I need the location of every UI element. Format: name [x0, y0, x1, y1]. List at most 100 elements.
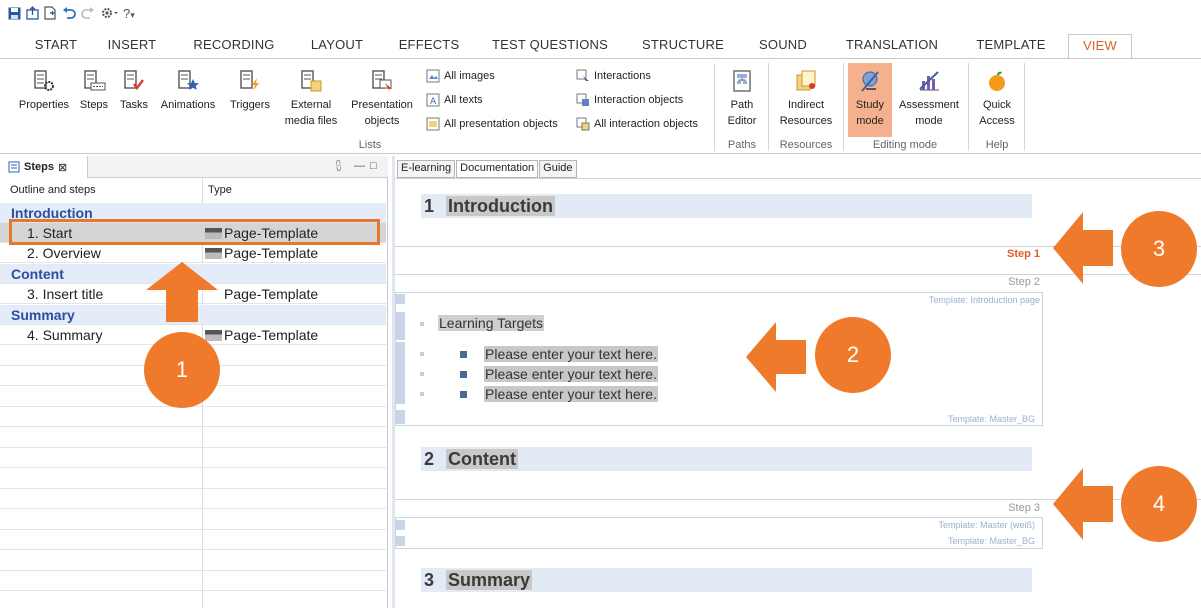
- minimize-icon[interactable]: —: [354, 160, 365, 172]
- all-interaction-objects-label: All interaction objects: [594, 118, 698, 130]
- presentation-objects-button[interactable]: Presentation objects: [346, 69, 418, 129]
- study-mode-button[interactable]: Study mode: [848, 63, 892, 137]
- all-interaction-objects-button[interactable]: All interaction objects: [576, 117, 698, 131]
- step-marker-active[interactable]: Step 1: [975, 248, 1040, 260]
- tab-start[interactable]: START: [28, 34, 84, 58]
- tab-effects[interactable]: EFFECTS: [396, 34, 462, 58]
- animations-button[interactable]: Animations: [156, 69, 220, 113]
- tab-test-questions[interactable]: TEST QUESTIONS: [490, 34, 610, 58]
- properties-button[interactable]: Properties: [16, 69, 72, 113]
- bullet-item[interactable]: Please enter your text here.: [460, 386, 658, 402]
- presentation-list-icon: [426, 117, 440, 131]
- bullet-icon: [460, 390, 467, 398]
- empty-row: [0, 407, 386, 427]
- chapter-title: Summary: [446, 570, 533, 590]
- page-template-thumbnail-icon: [205, 329, 222, 341]
- bullet-text: Please enter your text here.: [484, 386, 658, 402]
- tab-structure[interactable]: STRUCTURE: [638, 34, 728, 58]
- callout-arrow-2: [746, 322, 806, 392]
- margin-marker: [396, 342, 405, 404]
- close-icon[interactable]: ⊠: [58, 161, 67, 174]
- settings-icon[interactable]: [100, 6, 118, 22]
- template-label: Template: Master_BG: [947, 536, 1035, 546]
- all-presentation-objects-button[interactable]: All presentation objects: [426, 117, 558, 131]
- assessment-mode-icon: [919, 71, 939, 91]
- triggers-label: Triggers: [230, 99, 270, 111]
- animations-label: Animations: [160, 99, 216, 111]
- text-list-icon: A: [426, 93, 440, 107]
- chapter-heading-introduction[interactable]: 1 Introduction: [424, 196, 555, 217]
- chapter-title: Introduction: [446, 196, 555, 216]
- interactions-button[interactable]: Interactions: [576, 69, 651, 83]
- tab-guide[interactable]: Guide: [539, 160, 577, 178]
- properties-icon: [34, 70, 54, 91]
- external-media-files-button[interactable]: External media files: [282, 69, 340, 129]
- tab-translation[interactable]: TRANSLATION: [842, 34, 942, 58]
- step-row-overview[interactable]: 2. Overview Page-Template: [0, 243, 386, 263]
- paragraph-marker: [420, 372, 424, 376]
- resources-group-label: Resources: [779, 139, 833, 151]
- step-type-label: Page-Template: [224, 327, 319, 343]
- indirect-resources-label-2: Resources: [779, 115, 833, 127]
- steps-tab-icon: [8, 161, 20, 173]
- step-label: 2. Overview: [27, 245, 101, 261]
- publish-icon[interactable]: [26, 6, 39, 22]
- triggers-button[interactable]: Triggers: [226, 69, 274, 113]
- tab-insert[interactable]: INSERT: [104, 34, 160, 58]
- steps-panel-tab-label: Steps: [24, 161, 54, 173]
- tab-sound[interactable]: SOUND: [754, 34, 812, 58]
- tab-documentation[interactable]: Documentation: [456, 160, 539, 178]
- chapter-heading-content[interactable]: 2 Content: [424, 449, 518, 470]
- chapter-heading-summary[interactable]: 3 Summary: [424, 570, 533, 591]
- bullet-text: Please enter your text here.: [484, 366, 658, 382]
- all-texts-button[interactable]: A All texts: [426, 93, 483, 107]
- tab-e-learning[interactable]: E-learning: [397, 160, 456, 178]
- animations-icon: [178, 70, 199, 90]
- maximize-icon[interactable]: □: [370, 160, 377, 172]
- view-menu-icon[interactable]: ⩉: [336, 160, 341, 173]
- empty-row: [0, 510, 386, 530]
- tasks-label: Tasks: [119, 99, 149, 111]
- callout-badge-4: 4: [1121, 466, 1197, 542]
- all-presentation-objects-label: All presentation objects: [444, 118, 558, 130]
- tab-view[interactable]: VIEW: [1068, 34, 1132, 58]
- column-header-type[interactable]: Type: [208, 184, 232, 196]
- steps-button[interactable]: Steps: [74, 69, 114, 113]
- page-template-thumbnail-icon: [205, 247, 222, 259]
- help-icon[interactable]: ?▾: [123, 6, 135, 22]
- path-editor-button[interactable]: Path Editor: [722, 69, 762, 129]
- column-header-outline[interactable]: Outline and steps: [10, 184, 96, 196]
- steps-panel-tab[interactable]: Steps ⊠: [0, 156, 88, 178]
- editing-mode-group-label: Editing mode: [872, 139, 938, 151]
- group-separator: [768, 63, 769, 151]
- redo-icon[interactable]: [81, 7, 95, 21]
- presentation-objects-icon: [372, 70, 392, 92]
- learning-targets-heading[interactable]: Learning Targets: [438, 315, 545, 331]
- tab-recording[interactable]: RECORDING: [188, 34, 280, 58]
- quick-access-label-1: Quick: [982, 99, 1012, 111]
- tab-template[interactable]: TEMPLATE: [972, 34, 1050, 58]
- step-marker[interactable]: Step 2: [975, 276, 1040, 288]
- indirect-resources-button[interactable]: Indirect Resources: [776, 69, 836, 129]
- save-icon[interactable]: [8, 7, 21, 22]
- callout-arrow-3: [1053, 212, 1113, 284]
- empty-row: [0, 551, 386, 571]
- all-images-button[interactable]: All images: [426, 69, 495, 83]
- chapter-number: 3: [424, 570, 435, 590]
- section-label: Content: [11, 266, 64, 282]
- image-list-icon: [426, 69, 440, 83]
- interaction-objects-button[interactable]: Interaction objects: [576, 93, 683, 107]
- step-marker[interactable]: Step 3: [975, 502, 1040, 514]
- quick-access-toolbar: ?▾: [0, 0, 1201, 28]
- bullet-item[interactable]: Please enter your text here.: [460, 346, 658, 362]
- new-document-icon[interactable]: [44, 6, 57, 22]
- tasks-button[interactable]: Tasks: [114, 69, 154, 113]
- assessment-mode-button[interactable]: Assessment mode: [894, 69, 964, 129]
- quick-access-button[interactable]: Quick Access: [974, 69, 1020, 129]
- undo-icon[interactable]: [62, 7, 76, 21]
- tab-layout[interactable]: LAYOUT: [306, 34, 368, 58]
- all-interaction-objects-icon: [576, 117, 590, 131]
- bullet-item[interactable]: Please enter your text here.: [460, 366, 658, 382]
- margin-marker: [396, 520, 405, 530]
- paragraph-marker: [420, 352, 424, 356]
